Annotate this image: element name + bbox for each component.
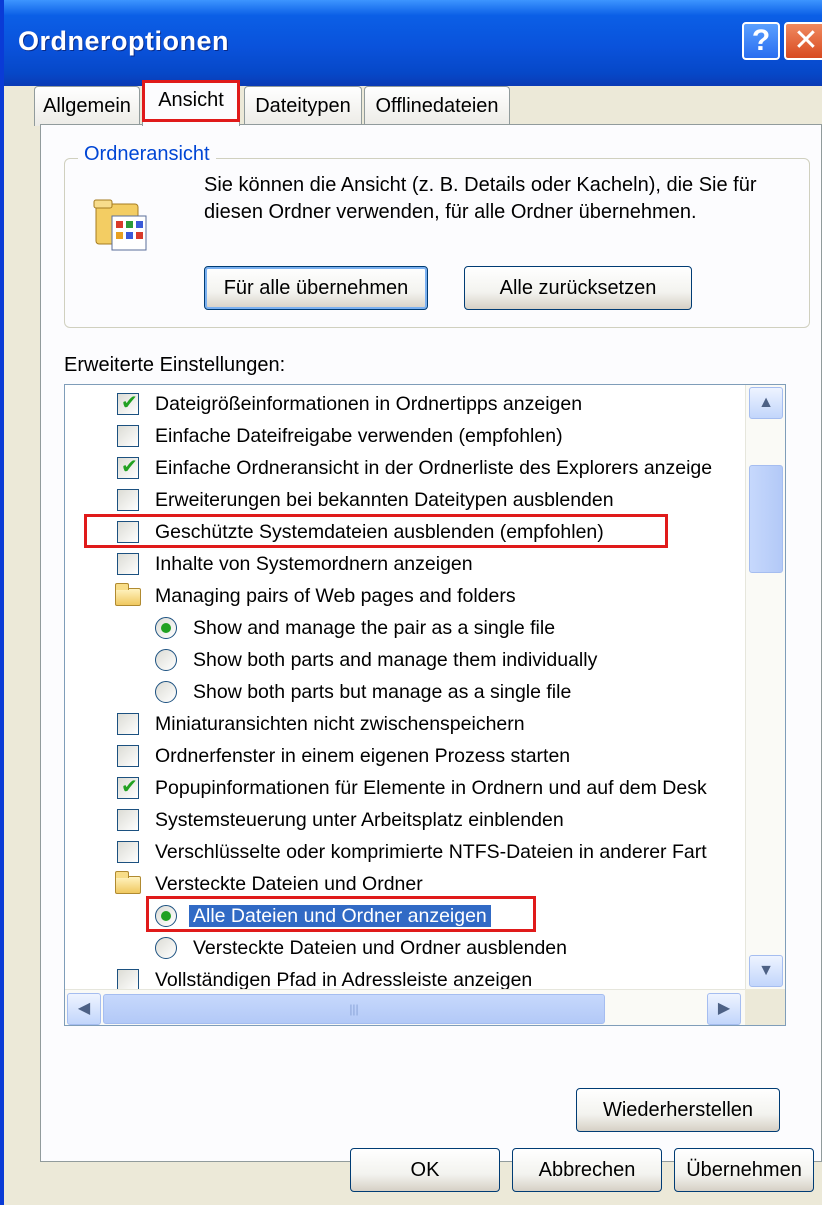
item-label: Versteckte Dateien und Ordner [155, 873, 423, 895]
cancel-button[interactable]: Abbrechen [512, 1148, 662, 1192]
folder-view-description: Sie können die Ansicht (z. B. Details od… [204, 174, 757, 223]
list-item[interactable]: Verschlüsselte oder komprimierte NTFS-Da… [65, 837, 745, 867]
scrollbar-corner [745, 989, 785, 1025]
item-label: Einfache Ordneransicht in der Ordnerlist… [155, 457, 713, 479]
checkbox-separate-process[interactable] [117, 745, 139, 767]
apply-to-all-folders-button[interactable]: Für alle übernehmen [204, 266, 428, 310]
checkbox-hide-extensions[interactable] [117, 489, 139, 511]
item-label: Show both parts and manage them individu… [193, 649, 598, 671]
radio-pair-single-file[interactable] [155, 617, 177, 639]
item-label: Erweiterungen bei bekannten Dateitypen a… [155, 489, 614, 511]
folder-icon [115, 583, 141, 606]
checkbox-control-panel-in-my-computer[interactable] [117, 809, 139, 831]
checkbox-full-path-address-bar[interactable] [117, 969, 139, 991]
folder-options-dialog: Ordneroptionen ? ✕ Allgemein Ansicht Dat… [0, 0, 822, 1205]
horizontal-scrollbar[interactable]: ◀ ||| ▶ [65, 989, 785, 1025]
list-item[interactable]: Inhalte von Systemordnern anzeigen [65, 549, 745, 579]
list-item[interactable]: Miniaturansichten nicht zwischenspeicher… [65, 709, 745, 739]
list-item[interactable]: Einfache Dateifreigabe verwenden (empfoh… [65, 421, 745, 451]
item-label: Versteckte Dateien und Ordner ausblenden [193, 937, 567, 959]
chevron-left-icon: ◀ [77, 1000, 91, 1017]
item-label: Show and manage the pair as a single fil… [193, 617, 556, 639]
scroll-down-button[interactable]: ▼ [749, 955, 783, 987]
scroll-left-button[interactable]: ◀ [67, 993, 101, 1025]
list-item[interactable]: Show and manage the pair as a single fil… [65, 613, 745, 643]
window-border [0, 0, 4, 1205]
checkmark-icon: ✔ [121, 456, 138, 478]
apply-button[interactable]: Übernehmen [674, 1148, 814, 1192]
checkmark-icon: ✔ [121, 392, 138, 414]
item-label: Show both parts but manage as a single f… [193, 681, 572, 703]
item-label: Popupinformationen für Elemente in Ordne… [155, 777, 707, 799]
highlight-show-all-files [146, 896, 536, 932]
list-item[interactable]: ✔ Einfache Ordneransicht in der Ordnerli… [65, 453, 745, 483]
item-label: Managing pairs of Web pages and folders [155, 585, 516, 607]
checkmark-icon: ✔ [121, 776, 138, 798]
list-item: Versteckte Dateien und Ordner [65, 869, 745, 899]
item-label: Verschlüsselte oder komprimierte NTFS-Da… [155, 841, 707, 863]
help-button[interactable]: ? [742, 22, 780, 60]
list-item[interactable]: Show both parts but manage as a single f… [65, 677, 745, 707]
list-item[interactable]: Versteckte Dateien und Ordner ausblenden [65, 933, 745, 963]
checkbox-popup-info[interactable]: ✔ [117, 776, 139, 799]
list-item[interactable]: ✔ Dateigrößeinformationen in Ordnertipps… [65, 389, 745, 419]
list-item[interactable]: Show both parts and manage them individu… [65, 645, 745, 675]
item-label: Ordnerfenster in einem eigenen Prozess s… [155, 745, 571, 767]
item-label: Systemsteuerung unter Arbeitsplatz einbl… [155, 809, 564, 831]
checkbox-show-system-folder-contents[interactable] [117, 553, 139, 575]
chevron-up-icon: ▲ [758, 394, 774, 411]
checkbox-simple-folder-view[interactable]: ✔ [117, 456, 139, 479]
radio-both-parts-individually[interactable] [155, 649, 177, 671]
item-label: Einfache Dateifreigabe verwenden (empfoh… [155, 425, 563, 447]
radio-hide-hidden-files[interactable] [155, 937, 177, 959]
scroll-right-button[interactable]: ▶ [707, 993, 741, 1025]
folder-icon [115, 871, 141, 894]
tab-dateitypen[interactable]: Dateitypen [244, 86, 362, 126]
radio-both-parts-single-file[interactable] [155, 681, 177, 703]
checkbox-simple-file-sharing[interactable] [117, 425, 139, 447]
list-item: Managing pairs of Web pages and folders [65, 581, 745, 611]
list-item[interactable]: Ordnerfenster in einem eigenen Prozess s… [65, 741, 745, 771]
highlight-protected-system-files [84, 514, 668, 548]
tab-allgemein[interactable]: Allgemein [34, 86, 140, 126]
close-button[interactable]: ✕ [784, 22, 822, 60]
vertical-scroll-thumb[interactable] [749, 465, 783, 573]
checkbox-no-thumbnail-cache[interactable] [117, 713, 139, 735]
title-bar[interactable]: Ordneroptionen ? ✕ [0, 0, 822, 86]
help-icon: ? [751, 24, 771, 57]
restore-defaults-button[interactable]: Wiederherstellen [576, 1088, 780, 1132]
folder-view-icon [93, 199, 147, 251]
tab-offlinedateien[interactable]: Offlinedateien [364, 86, 510, 126]
close-icon: ✕ [793, 24, 819, 57]
highlight-tab-ansicht [142, 80, 240, 122]
checkbox-ntfs-color[interactable] [117, 841, 139, 863]
reset-all-folders-button[interactable]: Alle zurücksetzen [464, 266, 692, 310]
horizontal-scroll-thumb[interactable]: ||| [103, 994, 605, 1024]
list-item[interactable]: ✔ Popupinformationen für Elemente in Ord… [65, 773, 745, 803]
item-label: Inhalte von Systemordnern anzeigen [155, 553, 473, 575]
checkbox-filesize-tips[interactable]: ✔ [117, 392, 139, 415]
radio-selected-dot [161, 623, 171, 633]
chevron-down-icon: ▼ [758, 962, 774, 979]
item-label: Dateigrößeinformationen in Ordnertipps a… [155, 393, 583, 415]
item-label: Miniaturansichten nicht zwischenspeicher… [155, 713, 525, 735]
folder-view-group-title: Ordneransicht [78, 143, 216, 166]
advanced-settings-label: Erweiterte Einstellungen: [64, 354, 286, 376]
window-title: Ordneroptionen [18, 26, 229, 56]
scroll-up-button[interactable]: ▲ [749, 387, 783, 419]
chevron-right-icon: ▶ [717, 1000, 731, 1017]
list-item[interactable]: Systemsteuerung unter Arbeitsplatz einbl… [65, 805, 745, 835]
vertical-scrollbar[interactable]: ▲ ▼ [745, 385, 785, 989]
ok-button[interactable]: OK [350, 1148, 500, 1192]
list-item[interactable]: Erweiterungen bei bekannten Dateitypen a… [65, 485, 745, 515]
